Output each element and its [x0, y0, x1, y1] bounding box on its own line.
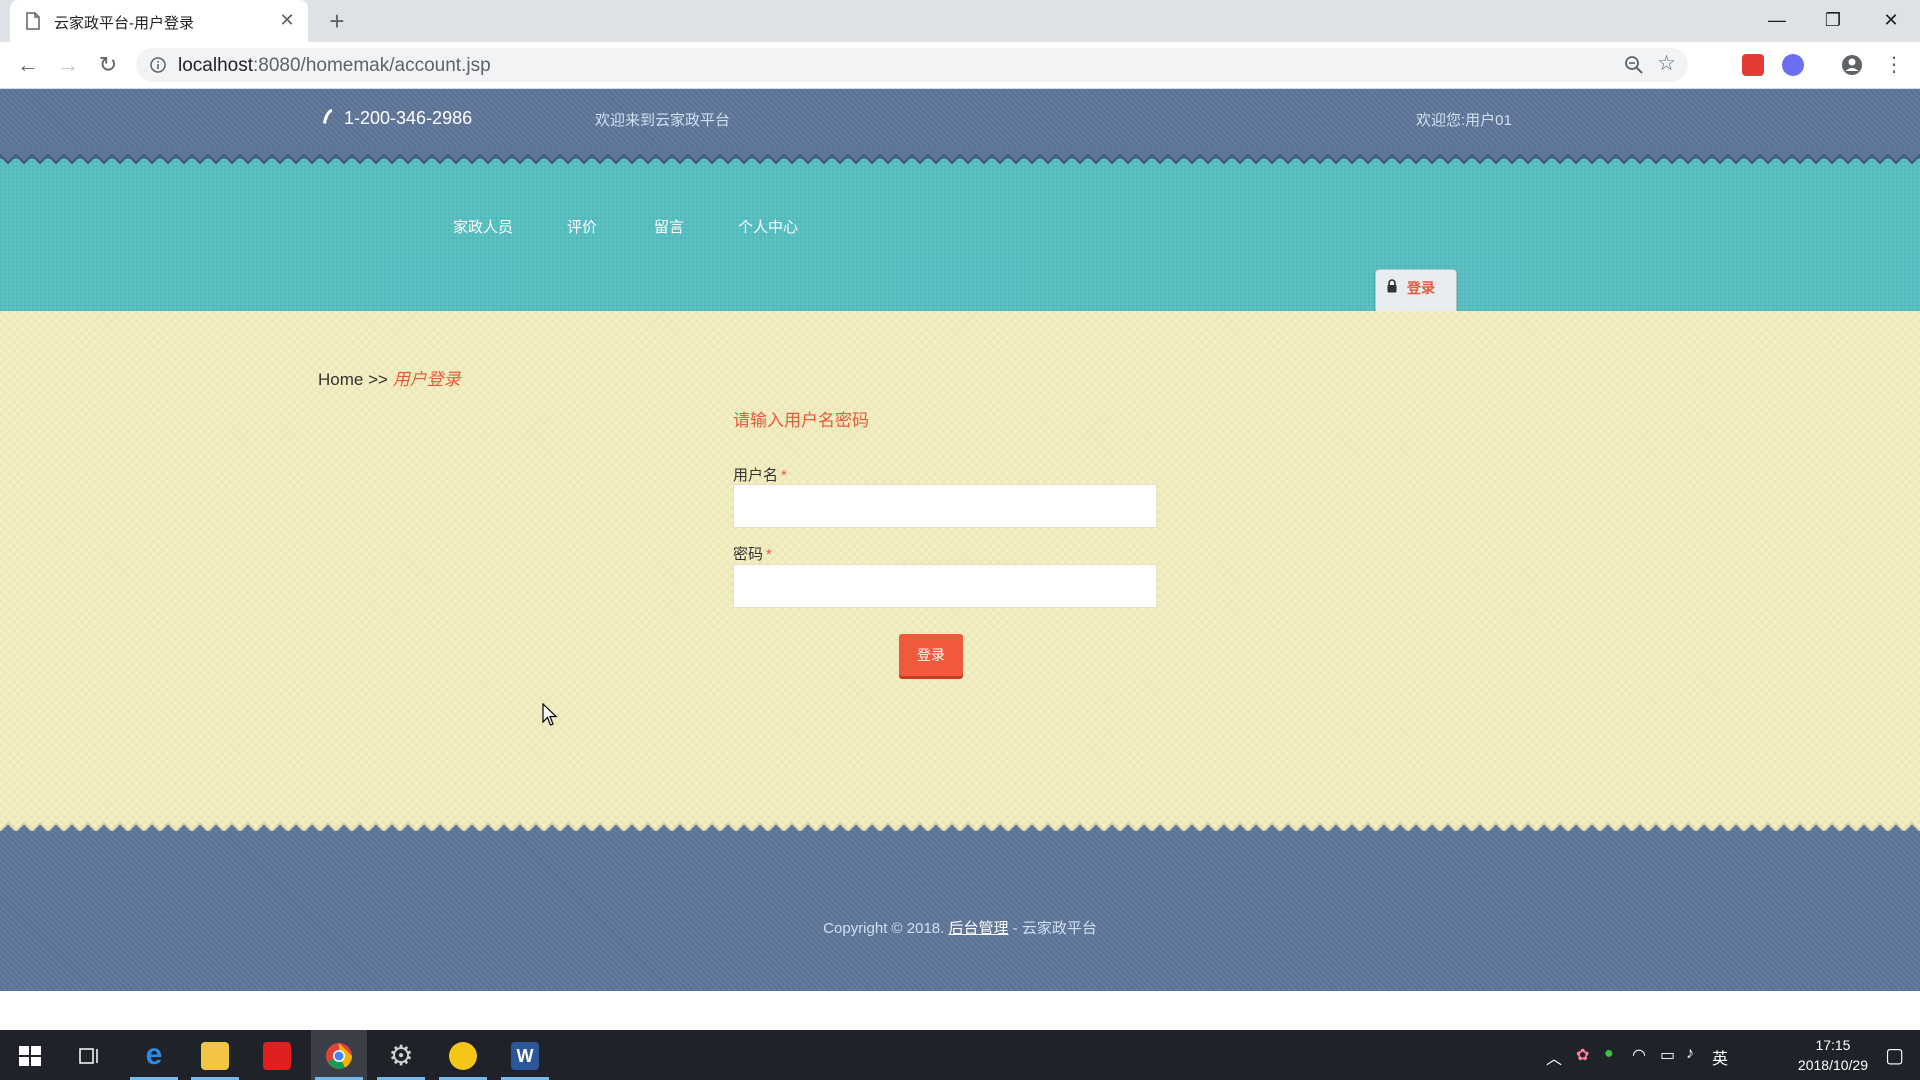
bookmark-star-icon[interactable]: ☆ [1657, 53, 1676, 75]
extension-red-icon[interactable] [1742, 54, 1764, 76]
taskbar-word[interactable]: W [497, 1030, 553, 1080]
task-view-button[interactable] [62, 1030, 118, 1080]
youdao-dict-icon [263, 1042, 291, 1070]
edge-icon: e [145, 1038, 163, 1071]
nav-item-housekeepers[interactable]: 家政人员 [453, 216, 513, 237]
ime-indicator[interactable]: 英 [1712, 1045, 1728, 1069]
minimize-icon[interactable]: — [1762, 6, 1792, 34]
word-icon: W [511, 1042, 539, 1070]
phone-icon [323, 109, 332, 124]
battery-icon[interactable]: ▭ [1660, 1045, 1675, 1065]
mouse-cursor-icon [542, 703, 558, 726]
taskbar-youdao[interactable] [249, 1030, 305, 1080]
copyright-text: Copyright © 2018. 后台管理 - 云家政平台 [823, 920, 1097, 937]
window-close-icon[interactable]: ✕ [1876, 6, 1906, 34]
zoom-icon[interactable] [1624, 55, 1644, 75]
app-yellow-icon [449, 1042, 477, 1070]
navigation-band: 家政人员 评价 留言 个人中心 登录 注册 [0, 159, 1920, 335]
breadcrumb-current: 用户登录 [392, 370, 461, 389]
breadcrumb: Home >> 用户登录 [318, 365, 461, 390]
taskbar-app-yellow[interactable] [435, 1030, 491, 1080]
taskbar: e ⚙ W ︿ ✿ ● ◠ ▭ ♪ 英 17:15 2018/10/29 ▢ [0, 1030, 1920, 1080]
task-view-icon [79, 1048, 98, 1064]
login-link-button[interactable]: 登录 [1379, 273, 1453, 300]
wifi-icon[interactable]: ◠ [1632, 1045, 1646, 1065]
tray-flower-icon[interactable]: ✿ [1576, 1045, 1589, 1065]
taskbar-chrome[interactable] [311, 1030, 367, 1080]
form-title: 请输入用户名密码 [733, 411, 869, 430]
system-tray: ︿ ✿ ● ◠ ▭ ♪ 英 17:15 2018/10/29 ▢ [1540, 1030, 1920, 1080]
extension-purple-icon[interactable] [1782, 54, 1804, 76]
password-input[interactable] [733, 564, 1157, 608]
new-tab-icon[interactable]: + [324, 8, 350, 34]
document-icon [26, 12, 40, 30]
admin-link[interactable]: 后台管理 [948, 920, 1008, 937]
clock-date: 2018/10/29 [1797, 1057, 1868, 1073]
welcome-text: 欢迎来到云家政平台 [595, 112, 731, 129]
clock-time: 17:15 [1815, 1037, 1851, 1053]
required-mark: * [766, 546, 772, 563]
reload-icon[interactable]: ↻ [94, 51, 122, 79]
login-submit-button[interactable]: 登录 [899, 634, 963, 676]
notification-icon[interactable]: ▢ [1885, 1043, 1904, 1068]
lock-icon [1387, 279, 1397, 293]
tab-close-icon[interactable]: ✕ [278, 11, 296, 29]
chrome-icon [326, 1043, 352, 1069]
address-bar[interactable]: localhost:8080/homemak/account.jsp ☆ [136, 48, 1688, 82]
menu-kebab-icon[interactable]: ⋮ [1880, 51, 1908, 79]
header-zigzag-edge [0, 147, 1920, 167]
taskbar-edge[interactable]: e [126, 1030, 182, 1080]
breadcrumb-home[interactable]: Home [318, 370, 363, 389]
main-content: Home >> 用户登录 请输入用户名密码 用户名 * 密码 * 登录 [0, 311, 1920, 831]
header-phone: 1-200-346-2986 [318, 107, 472, 129]
folder-icon [201, 1042, 229, 1070]
username-input[interactable] [733, 484, 1157, 528]
tab-title: 云家政平台-用户登录 [54, 15, 194, 32]
site-info-icon[interactable] [150, 57, 166, 73]
volume-icon[interactable]: ♪ [1686, 1045, 1694, 1063]
tray-expand-icon[interactable]: ︿ [1546, 1045, 1562, 1069]
browser-toolbar: ← → ↻ localhost:8080/homemak/account.jsp… [0, 42, 1920, 89]
windows-logo-icon [19, 1046, 41, 1066]
restore-icon[interactable]: ❐ [1818, 6, 1848, 34]
browser-tab[interactable]: 云家政平台-用户登录 ✕ [10, 0, 308, 42]
nav-item-messages[interactable]: 留言 [654, 216, 684, 237]
nav-item-personal-center[interactable]: 个人中心 [738, 216, 798, 237]
user-greeting: 欢迎您:用户01 [1416, 112, 1512, 129]
profile-icon[interactable] [1841, 54, 1863, 76]
footer: Copyright © 2018. 后台管理 - 云家政平台 [0, 831, 1920, 991]
wechat-icon[interactable]: ● [1604, 1045, 1614, 1063]
url-text: localhost:8080/homemak/account.jsp [178, 55, 491, 76]
required-mark: * [781, 467, 787, 484]
taskbar-file-explorer[interactable] [187, 1030, 243, 1080]
breadcrumb-separator: >> [368, 370, 388, 389]
password-label: 密码 * [733, 546, 772, 563]
back-icon[interactable]: ← [14, 51, 42, 79]
start-button[interactable] [2, 1030, 58, 1080]
nav-item-reviews[interactable]: 评价 [567, 216, 597, 237]
clock[interactable]: 17:15 2018/10/29 [1798, 1035, 1868, 1075]
username-label: 用户名 * [733, 467, 787, 484]
login-link-label: 登录 [1407, 280, 1435, 296]
forward-icon[interactable]: → [54, 51, 82, 79]
gear-icon: ⚙ [388, 1040, 414, 1071]
browser-tab-strip: 云家政平台-用户登录 ✕ + — ❐ ✕ [0, 0, 1920, 42]
web-page: 1-200-346-2986 欢迎来到云家政平台 欢迎您:用户01 家政人员 评… [0, 89, 1920, 991]
taskbar-settings-app[interactable]: ⚙ [373, 1030, 429, 1080]
